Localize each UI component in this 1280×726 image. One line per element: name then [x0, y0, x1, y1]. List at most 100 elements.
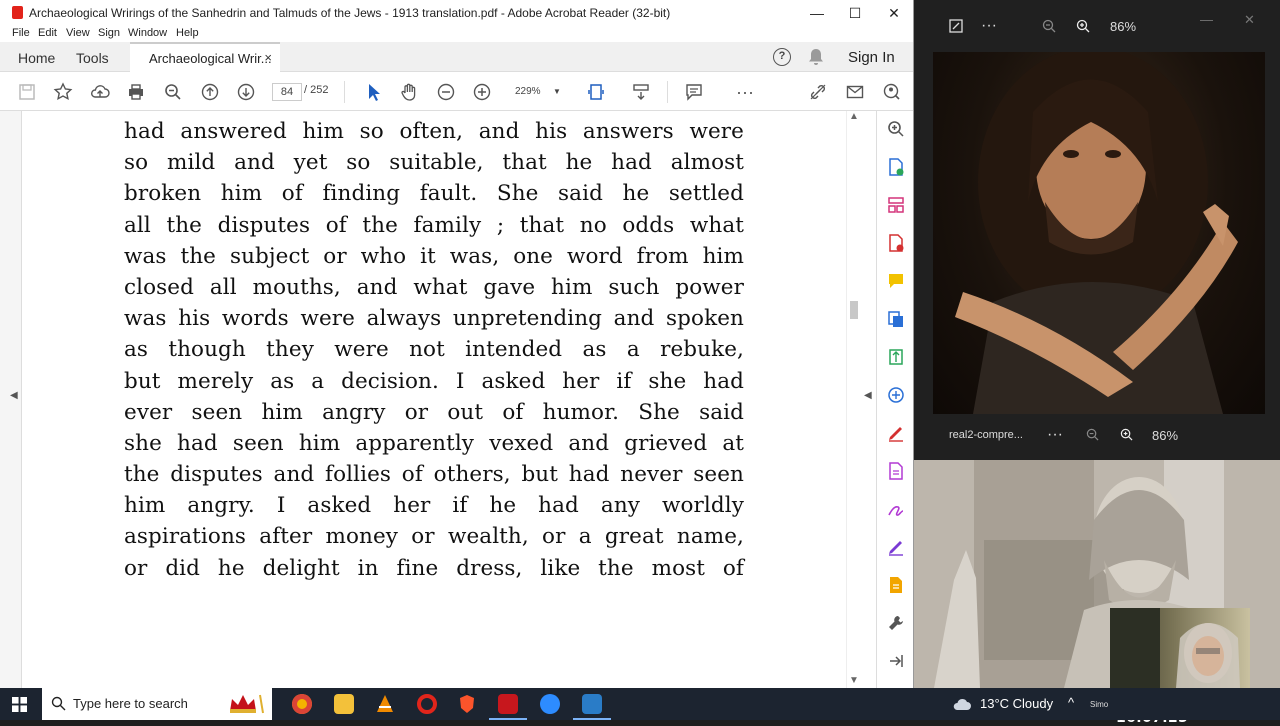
- menu-sign[interactable]: Sign: [98, 27, 120, 39]
- zoom-in-icon[interactable]: [1076, 19, 1090, 33]
- comment-icon[interactable]: [681, 79, 707, 105]
- edit-pdf-icon[interactable]: [886, 461, 906, 481]
- organize-pages-icon[interactable]: [886, 195, 906, 215]
- page-fit-icon[interactable]: [583, 79, 609, 105]
- zoom-out-icon[interactable]: [1086, 428, 1099, 441]
- zoom-out-icon[interactable]: [1042, 19, 1056, 33]
- title-bar: Archaeological Wrirings of the Sanhedrin…: [0, 0, 913, 26]
- collapse-right-pane-icon[interactable]: ◀: [864, 390, 872, 401]
- text-line: aspirations after money or wealth, or a …: [124, 524, 744, 550]
- sign-in-button[interactable]: Sign In: [848, 49, 895, 66]
- scroll-mode-icon[interactable]: [628, 79, 654, 105]
- combine-files-icon[interactable]: [886, 309, 906, 329]
- create-pdf-icon[interactable]: [886, 157, 906, 177]
- close-button[interactable]: ✕: [874, 0, 913, 26]
- opera-app-icon[interactable]: [417, 694, 437, 714]
- file-explorer-icon[interactable]: [334, 694, 354, 714]
- photos-app-icon[interactable]: [582, 694, 602, 714]
- redact-icon[interactable]: [886, 537, 906, 557]
- tab-tools[interactable]: Tools: [76, 50, 109, 66]
- acrobat-window: Archaeological Wrirings of the Sanhedrin…: [0, 0, 914, 688]
- windows-taskbar: Type here to search 13°C Cloudy ^ Simo: [0, 688, 1280, 720]
- send-for-signature-icon[interactable]: [886, 499, 906, 519]
- page-number-input[interactable]: 84: [272, 83, 302, 101]
- toolbar: 84 / 252 229% ▼ ···: [0, 73, 913, 111]
- edit-image-icon[interactable]: [948, 18, 964, 34]
- help-icon[interactable]: ?: [773, 48, 791, 66]
- viewer-more-button[interactable]: ···: [1047, 426, 1063, 444]
- previous-page-icon[interactable]: [197, 79, 223, 105]
- more-tools-icon[interactable]: ···: [732, 79, 758, 105]
- tab-bar: Home Tools Archaeological Wrir... × ? Si…: [0, 42, 913, 72]
- text-line: she had seen him apparently vexed and gr…: [124, 430, 744, 456]
- taskbar-user-label: Simo: [1090, 700, 1109, 709]
- scroll-up-arrow-icon[interactable]: ▲: [849, 111, 859, 122]
- page-separator: /: [304, 84, 308, 96]
- text-line: had answered him so often, and his answe…: [124, 119, 744, 144]
- weather-text[interactable]: 13°C Cloudy: [980, 696, 1053, 711]
- text-line: was the subject or who it was, one word …: [124, 243, 744, 269]
- tab-document[interactable]: Archaeological Wrir... ×: [130, 42, 280, 72]
- zoom-app-icon[interactable]: [540, 694, 560, 714]
- email-icon[interactable]: [842, 79, 868, 105]
- notification-bell-icon[interactable]: [808, 48, 824, 70]
- fill-sign-icon[interactable]: [886, 423, 906, 443]
- menu-help[interactable]: Help: [176, 27, 199, 39]
- expand-left-panel-icon[interactable]: ◀: [10, 390, 18, 401]
- page-total: / 252: [304, 84, 328, 96]
- menu-bar: File Edit View Sign Window Help: [0, 26, 913, 42]
- compress-pdf-icon[interactable]: [886, 347, 906, 367]
- minimize-button[interactable]: —: [797, 0, 837, 26]
- upload-cloud-icon[interactable]: [87, 79, 113, 105]
- brave-app-icon[interactable]: [457, 694, 477, 714]
- comment-tool-icon[interactable]: [886, 271, 906, 291]
- zoom-in-icon[interactable]: [1120, 428, 1133, 441]
- tab-home[interactable]: Home: [18, 50, 55, 66]
- chrome-app-icon[interactable]: [292, 694, 312, 714]
- save-icon[interactable]: [14, 79, 40, 105]
- zoom-in-icon[interactable]: [469, 79, 495, 105]
- acrobat-taskbar-icon[interactable]: [498, 694, 518, 714]
- maximize-button[interactable]: ☐: [835, 0, 875, 26]
- menu-view[interactable]: View: [66, 27, 90, 39]
- viewer-minimize-button[interactable]: —: [1200, 12, 1213, 27]
- scrollbar-thumb[interactable]: [850, 301, 858, 319]
- text-line: was his words were always unpretending a…: [124, 306, 744, 332]
- menu-file[interactable]: File: [12, 27, 30, 39]
- search-icon: [51, 696, 66, 711]
- close-tab-button[interactable]: ×: [264, 50, 272, 65]
- menu-edit[interactable]: Edit: [38, 27, 57, 39]
- hand-tool-icon[interactable]: [396, 79, 422, 105]
- viewer-zoom-level: 86%: [1110, 19, 1137, 34]
- share-link-icon[interactable]: [805, 79, 831, 105]
- scroll-down-arrow-icon[interactable]: ▼: [849, 675, 859, 686]
- vlc-app-icon[interactable]: [375, 694, 395, 714]
- export-pdf-icon[interactable]: [886, 233, 906, 253]
- text-line: ever seen him angry or out of humor. She…: [124, 399, 744, 425]
- zoom-level-value: 229%: [515, 86, 541, 97]
- acrobat-app-icon: [12, 6, 23, 19]
- print-icon[interactable]: [123, 79, 149, 105]
- tab-document-label: Archaeological Wrir...: [149, 51, 272, 66]
- star-icon[interactable]: [50, 79, 76, 105]
- zoom-out-magnifier-icon[interactable]: [160, 79, 186, 105]
- zoom-out-icon[interactable]: [433, 79, 459, 105]
- text-line: all the disputes of the family ; that no…: [124, 212, 744, 238]
- select-cursor-icon[interactable]: [360, 79, 386, 105]
- windows-start-icon[interactable]: [12, 697, 27, 712]
- taskbar-search-box[interactable]: Type here to search: [42, 688, 272, 720]
- system-tray-chevron-icon[interactable]: ^: [1068, 695, 1074, 710]
- viewer-close-button[interactable]: ✕: [1244, 12, 1255, 28]
- more-tools-wrench-icon[interactable]: [886, 613, 906, 633]
- expand-pane-icon[interactable]: [886, 651, 906, 671]
- search-icon[interactable]: [886, 119, 906, 139]
- next-page-icon[interactable]: [233, 79, 259, 105]
- enhance-scans-icon[interactable]: [886, 385, 906, 405]
- zoom-level-dropdown[interactable]: 229% ▼: [508, 83, 566, 101]
- menu-window[interactable]: Window: [128, 27, 167, 39]
- protect-icon[interactable]: [879, 79, 905, 105]
- portrait-image: [933, 52, 1265, 414]
- prepare-form-icon[interactable]: [886, 575, 906, 595]
- vertical-scrollbar[interactable]: ▲ ▼: [846, 111, 860, 688]
- viewer-more-button[interactable]: ···: [981, 17, 997, 35]
